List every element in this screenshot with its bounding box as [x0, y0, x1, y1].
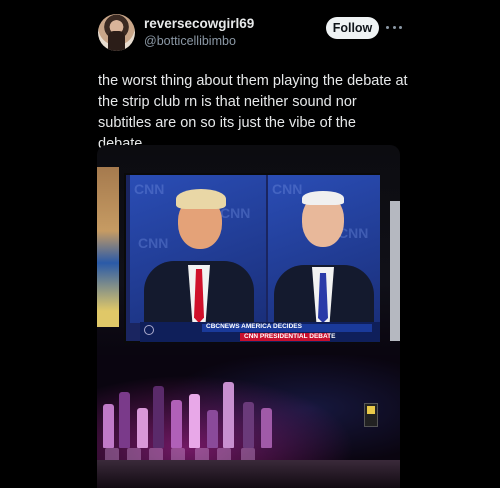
more-dots-icon[interactable]: [386, 19, 402, 35]
user-handle[interactable]: @botticellibimbo: [144, 33, 254, 49]
follow-button[interactable]: Follow: [326, 17, 379, 39]
avatar[interactable]: [98, 14, 135, 51]
debate-panel-right: CNN CNN: [268, 175, 380, 323]
chyron-line-1: CBCNEWS AMERICA DECIDES: [206, 323, 302, 330]
author-names[interactable]: reversecowgirl69 @botticellibimbo: [144, 16, 254, 49]
display-name[interactable]: reversecowgirl69: [144, 16, 254, 32]
chyron-line-2: CNN PRESIDENTIAL DEBATE: [244, 332, 336, 340]
side-screen-left: [97, 167, 119, 327]
side-screen-right: [390, 201, 400, 341]
bar-counter: [97, 460, 400, 488]
tweet-photo[interactable]: CNN CNN CNN CNN CNN CBCNEWS AMERICA DECI…: [97, 145, 400, 488]
tv-chyron: CBCNEWS AMERICA DECIDES CNN PRESIDENTIAL…: [140, 322, 380, 342]
bar-shelves: [97, 355, 400, 488]
tweet-text: the worst thing about them playing the d…: [98, 73, 408, 152]
card-terminal: [364, 403, 378, 427]
tweet-header: reversecowgirl69 @botticellibimbo Follow: [98, 14, 408, 54]
tv-screen: CNN CNN CNN CNN CNN CBCNEWS AMERICA DECI…: [124, 173, 380, 343]
debate-panel-left: CNN CNN CNN: [130, 175, 266, 323]
